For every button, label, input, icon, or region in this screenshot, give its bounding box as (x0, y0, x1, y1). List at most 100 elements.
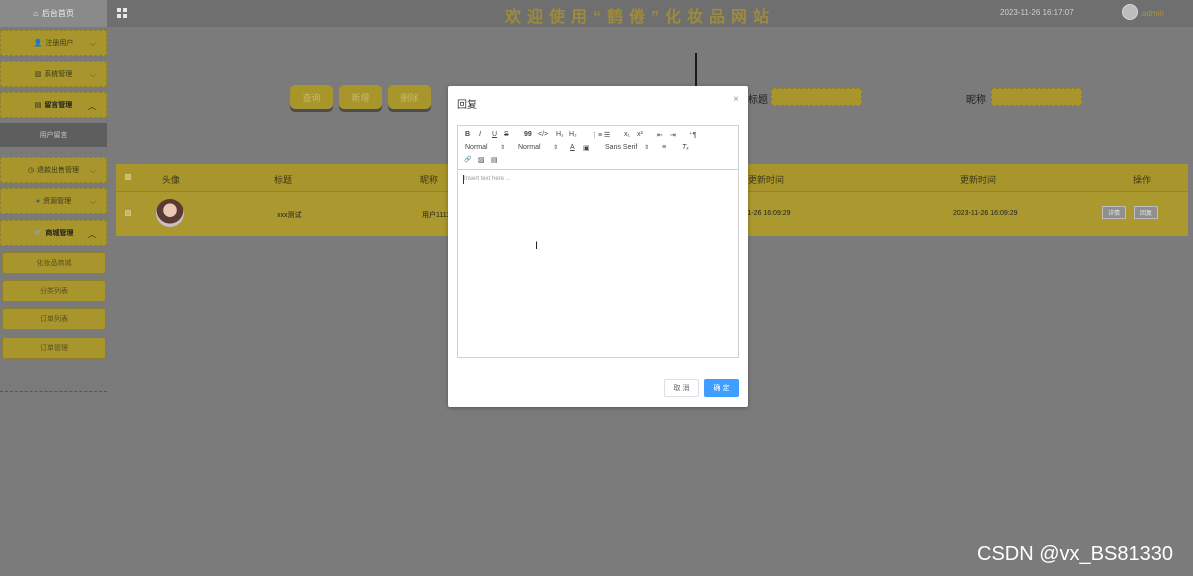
text-color-button[interactable]: A (570, 144, 575, 151)
sidebar-item-label: 系统管理 (44, 71, 73, 78)
outdent-button[interactable]: ⇤ (657, 131, 663, 139)
datetime: 2023-11-26 16:17:07 (1000, 8, 1074, 17)
h2-button[interactable]: H₂ (569, 131, 577, 138)
sidebar-item-label: 资源管理 (43, 198, 72, 205)
column-header[interactable]: 更新时间 (960, 173, 996, 186)
indent-button[interactable]: ⇥ (670, 131, 676, 139)
sidebar-item-label: 注册用户 (45, 40, 74, 47)
user-icon: 👤 (33, 40, 43, 47)
size-select[interactable]: Normal ⇕ (465, 144, 505, 151)
caret-icon: ⇕ (499, 145, 505, 151)
ordered-list-button[interactable]: ⋮≡ (591, 131, 602, 139)
nickname-search-input[interactable] (991, 88, 1082, 106)
cart-icon: 🛒 (33, 230, 43, 237)
brand-label: 后台首页 (41, 9, 74, 18)
subscript-button[interactable]: x₁ (624, 131, 630, 138)
underline-button[interactable]: U (492, 131, 497, 138)
add-button[interactable]: 新增 (339, 85, 382, 109)
title-search-input[interactable] (771, 88, 862, 106)
sidebar-subitem-order-manage[interactable]: 订单管理 (2, 337, 106, 359)
code-button[interactable]: </> (538, 131, 548, 138)
chevron-down-icon: ⌵ (89, 197, 96, 206)
top-bar: ⌂ 后台首页 欢迎使用“鹤倦”化妆品网站 2023-11-26 16:17:07… (0, 0, 1193, 27)
column-header: 头像 (162, 175, 181, 185)
quote-button[interactable]: 99 (524, 131, 532, 138)
chevron-up-icon: ︿ (88, 102, 96, 111)
column-header[interactable]: 标题 (274, 173, 292, 186)
sidebar-item-label: 留言管理 (44, 102, 73, 109)
row-checkbox[interactable] (125, 210, 131, 216)
dialog-title: 回复 (457, 100, 477, 111)
strike-button[interactable]: S (504, 131, 509, 138)
image-icon: ▧ (34, 71, 42, 78)
chevron-up-icon: ︿ (88, 230, 96, 239)
menu-grid-icon[interactable] (117, 8, 127, 18)
clean-format-button[interactable]: Tₓ (682, 144, 689, 151)
avatar (156, 199, 184, 227)
align-button[interactable]: ≡ (662, 144, 666, 151)
close-icon[interactable]: × (733, 94, 739, 105)
message-icon: ▤ (34, 102, 42, 109)
text-direction-button[interactable]: ⁺¶ (689, 131, 696, 139)
home-icon: ⌂ (33, 9, 38, 18)
font-select[interactable]: Sans Serif ⇕ (605, 144, 649, 151)
bold-button[interactable]: B (465, 131, 470, 138)
bullet-list-button[interactable]: ☰ (604, 131, 610, 139)
caret-icon: ⇕ (552, 145, 558, 151)
sidebar-item-label: 商城管理 (45, 230, 74, 237)
query-button[interactable]: 查询 (290, 85, 333, 109)
link-icon[interactable]: 🔗 (464, 156, 471, 163)
resource-icon: ● (35, 197, 41, 205)
sidebar: 👤 注册用户 ⌵ ▧ 系统管理 ⌵ ▤ 留言管理 ︿ 用户留言 ◷ 退款出售管理… (0, 27, 107, 576)
sidebar-item-resources[interactable]: ● 资源管理 ⌵ (0, 188, 107, 214)
cancel-button[interactable]: 取 消 (664, 379, 699, 397)
reply-dialog: 回复 × B I U S 99 </> H₁ H₂ ⋮≡ ☰ x₁ x² ⇤ ⇥… (448, 86, 748, 407)
watermark: CSDN @vx_BS81330 (977, 543, 1173, 565)
caret-icon: ⇕ (643, 145, 649, 151)
row-time: 11-26 16:09:29 (744, 210, 791, 217)
chevron-down-icon: ⌵ (89, 39, 96, 48)
video-icon[interactable]: ▤ (491, 156, 498, 164)
column-header[interactable]: 昵称 (420, 173, 438, 186)
editor-content[interactable]: Insert text here ... (464, 176, 511, 182)
sidebar-item-users[interactable]: 👤 注册用户 ⌵ (0, 30, 107, 56)
italic-button[interactable]: I (479, 131, 481, 138)
superscript-button[interactable]: x² (637, 131, 643, 138)
rich-text-editor: B I U S 99 </> H₁ H₂ ⋮≡ ☰ x₁ x² ⇤ ⇥ ⁺¶ N… (457, 125, 739, 358)
user-avatar[interactable] (1122, 4, 1138, 20)
chevron-down-icon: ⌵ (89, 70, 96, 79)
sidebar-subitem-user-messages[interactable]: 用户留言 (0, 123, 107, 147)
reply-button[interactable]: 回复 (1134, 206, 1158, 219)
header-select-value: Normal (518, 144, 541, 151)
chevron-down-icon: ⌵ (89, 166, 96, 175)
sidebar-subitem-category-list[interactable]: 分类列表 (2, 280, 106, 302)
image-icon[interactable]: ▨ (478, 156, 485, 164)
username[interactable]: admin (1142, 9, 1164, 18)
column-header: 操作 (1133, 175, 1152, 185)
sidebar-item-shop[interactable]: 🛒 商城管理 ︿ (0, 220, 107, 246)
title-search-label: 标题 (748, 95, 768, 106)
sidebar-item-refund[interactable]: ◷ 退款出售管理 ⌵ (0, 157, 107, 183)
h1-button[interactable]: H₁ (556, 131, 563, 138)
confirm-button[interactable]: 确 定 (704, 379, 739, 397)
detail-button[interactable]: 详情 (1102, 206, 1126, 219)
size-select-value: Normal (465, 144, 488, 151)
font-select-value: Sans Serif (605, 144, 638, 151)
sidebar-item-messages[interactable]: ▤ 留言管理 ︿ (0, 92, 107, 118)
editor-toolbar: B I U S 99 </> H₁ H₂ ⋮≡ ☰ x₁ x² ⇤ ⇥ ⁺¶ N… (458, 126, 738, 170)
row-time: 2023-11-26 16:09:29 (953, 210, 1018, 217)
sidebar-item-label: 退款出售管理 (37, 167, 80, 174)
clock-icon: ◷ (27, 167, 35, 174)
row-nickname: 用户1111 (422, 212, 451, 219)
sidebar-item-system[interactable]: ▧ 系统管理 ⌵ (0, 61, 107, 87)
select-all-checkbox[interactable] (125, 174, 131, 180)
sidebar-subitem-order-list[interactable]: 订单列表 (2, 308, 106, 330)
text-cursor-icon: I (535, 240, 539, 252)
sidebar-subitem-cosmetics-shop[interactable]: 化妆品商城 (2, 252, 106, 274)
brand[interactable]: ⌂ 后台首页 (0, 0, 107, 27)
column-header[interactable]: 更新时间 (748, 173, 784, 186)
nickname-search-label: 昵称 (966, 95, 986, 106)
header-select[interactable]: Normal ⇕ (518, 144, 558, 151)
delete-button[interactable]: 删除 (388, 85, 431, 109)
background-color-button[interactable]: ▣ (583, 144, 590, 152)
